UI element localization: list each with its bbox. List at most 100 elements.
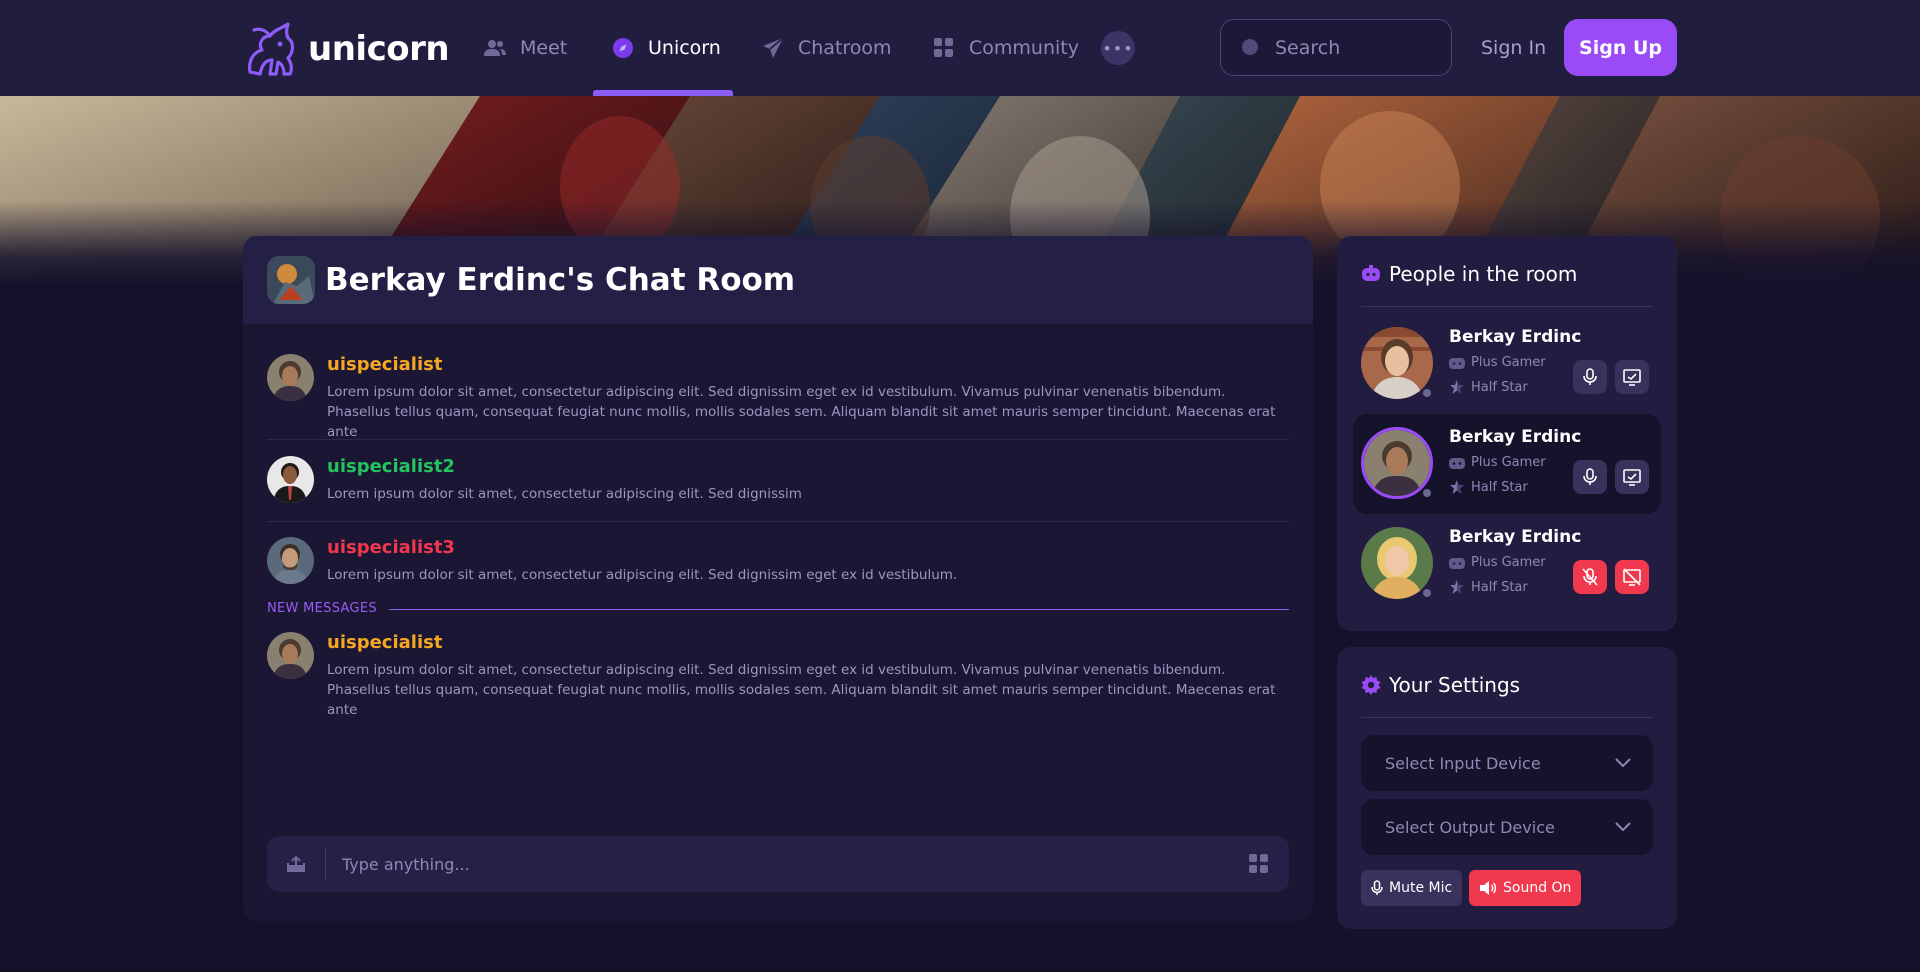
chevron-down-icon	[1615, 758, 1631, 768]
panel-divider	[1361, 717, 1653, 718]
member-name: Berkay Erdinc	[1449, 427, 1582, 447]
member-name: Berkay Erdinc	[1449, 527, 1582, 547]
gamepad-icon	[1449, 457, 1465, 469]
users-icon	[484, 37, 506, 59]
output-device-placeholder: Select Output Device	[1385, 817, 1555, 837]
sign-in-link[interactable]: Sign In	[1481, 0, 1546, 96]
microphone-icon	[1583, 468, 1597, 485]
message-text: Lorem ipsum dolor sit amet, consectetur …	[327, 384, 1276, 440]
settings-title-text: Your Settings	[1389, 673, 1521, 697]
apps-button[interactable]	[1229, 836, 1289, 892]
message-divider	[267, 439, 1289, 440]
half-star-icon	[1450, 580, 1464, 594]
user-avatar[interactable]	[267, 537, 314, 584]
sound-on-button[interactable]: Sound On	[1469, 870, 1582, 906]
input-device-placeholder: Select Input Device	[1385, 753, 1541, 773]
chat-room-panel: Berkay Erdinc's Chat Room uispecialist L…	[243, 236, 1313, 921]
nav-item-meet[interactable]: Meet	[484, 0, 567, 96]
chat-message: uispecialist Lorem ipsum dolor sit amet,…	[267, 632, 1289, 718]
message-text: Lorem ipsum dolor sit amet, consectetur …	[327, 662, 1276, 718]
mute-mic-button[interactable]: Mute Mic	[1361, 870, 1463, 906]
member-screen-button[interactable]	[1615, 360, 1649, 394]
microphone-icon	[1583, 368, 1597, 385]
new-messages-divider	[389, 609, 1289, 610]
chat-room-header: Berkay Erdinc's Chat Room	[243, 236, 1313, 324]
people-title-text: People in the room	[1389, 262, 1578, 286]
people-panel-title: People in the room	[1361, 262, 1577, 286]
presence-status-dot	[1421, 487, 1433, 499]
nav-item-label: Chatroom	[798, 37, 892, 59]
compass-icon	[612, 37, 634, 59]
half-star-icon	[1450, 380, 1464, 394]
gamepad-icon	[1362, 265, 1380, 281]
member-rank: Half Star	[1449, 479, 1528, 495]
screen-share-icon	[1623, 469, 1641, 486]
room-member[interactable]: Berkay Erdinc Plus Gamer Half Star	[1353, 514, 1661, 614]
microphone-icon	[1371, 880, 1383, 895]
nav-item-unicorn[interactable]: Unicorn	[612, 0, 721, 96]
user-avatar[interactable]	[267, 354, 314, 401]
nav-item-label: Unicorn	[648, 37, 721, 59]
active-tab-indicator	[593, 90, 733, 96]
settings-panel-title: Your Settings	[1361, 673, 1520, 697]
member-rank: Half Star	[1449, 579, 1528, 595]
message-username[interactable]: uispecialist	[327, 354, 1289, 376]
speaker-icon	[1480, 881, 1497, 895]
member-tier: Plus Gamer	[1449, 555, 1546, 570]
member-screen-off-button[interactable]	[1615, 560, 1649, 594]
upload-button[interactable]	[267, 836, 325, 892]
ellipsis-icon: •••	[1102, 38, 1134, 58]
unicorn-logo-icon	[248, 22, 295, 76]
room-avatar	[267, 256, 315, 304]
logo[interactable]: unicorn	[242, 22, 450, 76]
presence-status-dot	[1421, 387, 1433, 399]
paper-plane-icon	[762, 37, 784, 59]
top-navigation: unicorn Meet Unicorn Chatroom Community …	[0, 0, 1920, 96]
chat-message: uispecialist2 Lorem ipsum dolor sit amet…	[267, 456, 1289, 506]
logo-text: unicorn	[308, 29, 450, 69]
search-input[interactable]	[1275, 36, 1425, 59]
member-mic-button[interactable]	[1573, 460, 1607, 494]
gear-icon	[1361, 675, 1381, 695]
user-avatar[interactable]	[267, 456, 314, 503]
member-mic-button[interactable]	[1573, 360, 1607, 394]
room-member[interactable]: Berkay Erdinc Plus Gamer Half Star	[1353, 414, 1661, 514]
message-input[interactable]	[326, 854, 1229, 874]
nav-item-label: Community	[969, 37, 1079, 59]
search-box[interactable]	[1220, 19, 1452, 76]
half-star-icon	[1450, 480, 1464, 494]
microphone-off-icon	[1582, 568, 1598, 586]
nav-item-label: Meet	[520, 37, 568, 59]
new-messages-label: NEW MESSAGES	[267, 601, 377, 616]
nav-item-chatroom[interactable]: Chatroom	[762, 0, 892, 96]
message-divider	[267, 521, 1289, 522]
member-mic-muted-button[interactable]	[1573, 560, 1607, 594]
gamepad-icon	[1449, 557, 1465, 569]
output-device-select[interactable]: Select Output Device	[1361, 799, 1653, 855]
message-username[interactable]: uispecialist2	[327, 456, 1289, 478]
message-composer	[267, 836, 1289, 892]
people-in-room-panel: People in the room Berkay Erdinc Plus Ga…	[1337, 236, 1677, 631]
search-icon	[1242, 38, 1258, 55]
message-text: Lorem ipsum dolor sit amet, consectetur …	[327, 567, 958, 583]
gamepad-icon	[1449, 357, 1465, 369]
member-rank: Half Star	[1449, 379, 1528, 395]
panel-divider	[1361, 306, 1653, 307]
screen-off-icon	[1623, 568, 1641, 586]
user-avatar[interactable]	[267, 632, 314, 679]
grid-icon	[933, 37, 955, 59]
room-member[interactable]: Berkay Erdinc Plus Gamer Half Star	[1353, 314, 1661, 414]
nav-item-community[interactable]: Community	[933, 0, 1079, 96]
chevron-down-icon	[1615, 822, 1631, 832]
member-tier: Plus Gamer	[1449, 455, 1546, 470]
sign-up-button[interactable]: Sign Up	[1564, 19, 1677, 76]
message-username[interactable]: uispecialist	[327, 632, 1289, 654]
your-settings-panel: Your Settings Select Input Device Select…	[1337, 647, 1677, 929]
screen-share-icon	[1623, 369, 1641, 386]
message-username[interactable]: uispecialist3	[327, 537, 1289, 559]
chat-room-title: Berkay Erdinc's Chat Room	[325, 262, 796, 298]
grid-icon	[1249, 854, 1268, 873]
input-device-select[interactable]: Select Input Device	[1361, 735, 1653, 791]
member-screen-button[interactable]	[1615, 460, 1649, 494]
more-menu-button[interactable]: •••	[1101, 31, 1135, 65]
